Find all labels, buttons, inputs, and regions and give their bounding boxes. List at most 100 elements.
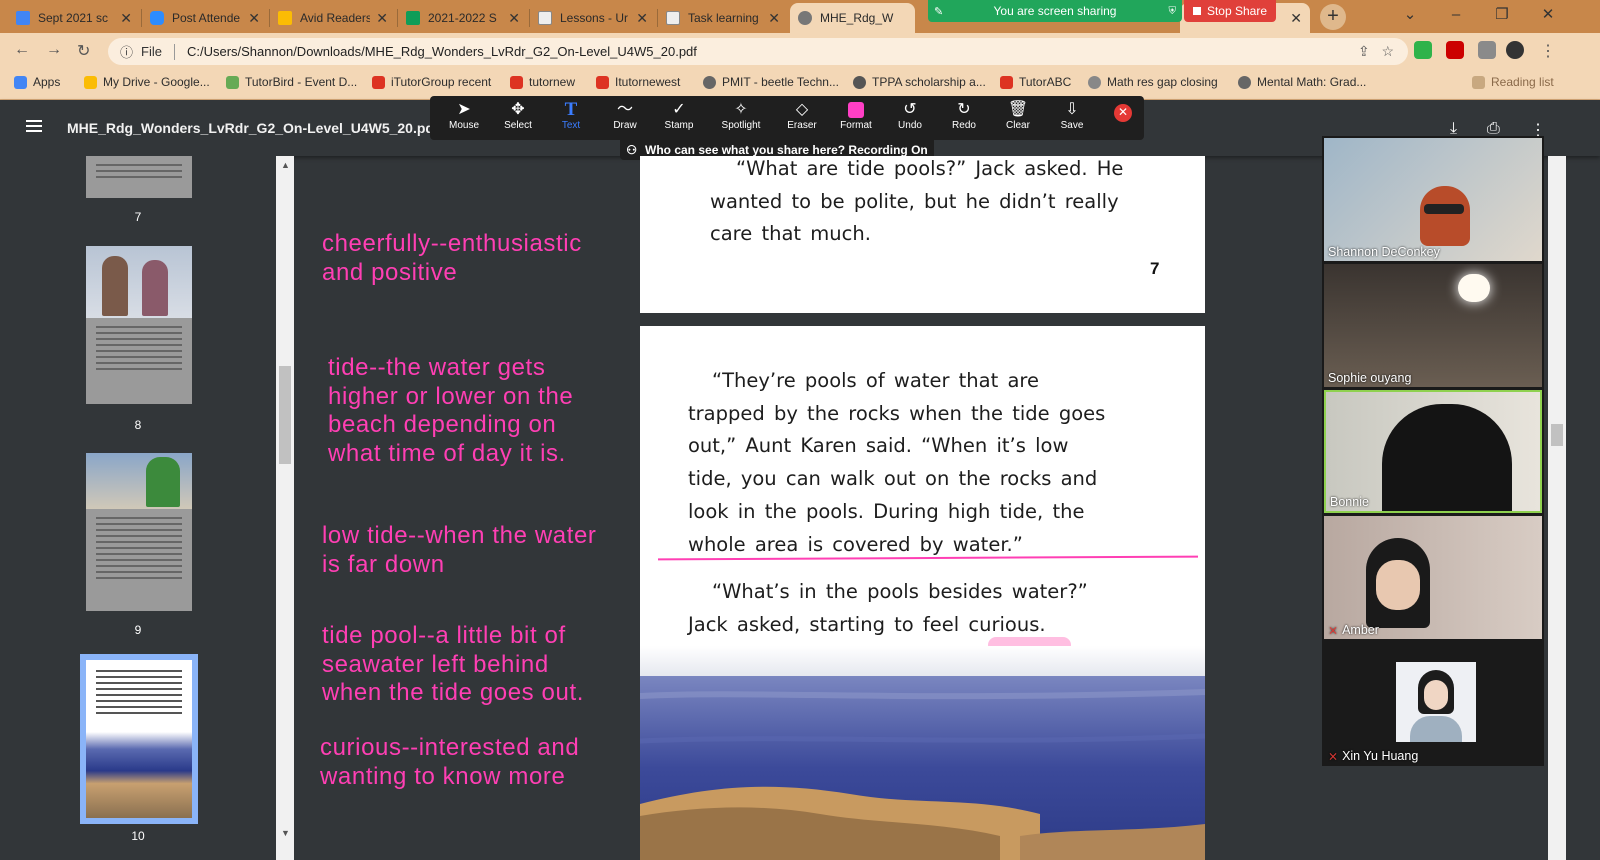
tool-eraser[interactable]: ◇ Eraser — [773, 100, 831, 131]
bookmark-tutorabc[interactable]: TutorABC — [1000, 75, 1071, 89]
stop-share-button[interactable]: Stop Share — [1184, 0, 1276, 22]
reading-list[interactable]: Reading list — [1472, 75, 1554, 89]
video-tile[interactable]: ⨯ Amber — [1324, 516, 1542, 639]
close-window-button[interactable]: ✕ — [1525, 0, 1571, 33]
color-swatch-icon — [848, 102, 864, 118]
reading-list-icon — [1472, 75, 1485, 89]
bookmark-tutorbird[interactable]: TutorBird - Event D... — [226, 75, 357, 89]
tool-format[interactable]: Format — [827, 100, 885, 131]
tab-search-icon[interactable]: ⌄ — [1387, 0, 1433, 33]
bookmark-apps[interactable]: Apps — [14, 75, 60, 89]
video-tile[interactable]: Sophie ouyang — [1324, 264, 1542, 387]
globe-icon — [798, 11, 812, 25]
avatar — [1396, 662, 1476, 742]
squiggle-icon: 〜 — [616, 101, 633, 118]
tool-text[interactable]: T Text — [542, 99, 600, 132]
extension-icon[interactable] — [1414, 41, 1432, 59]
scroll-down-icon[interactable]: ▼ — [281, 828, 290, 838]
restore-button[interactable]: ❐ — [1479, 0, 1525, 33]
close-icon[interactable]: ✕ — [768, 10, 780, 27]
tool-clear[interactable]: 🗑 Clear — [989, 100, 1047, 131]
menu-dots-icon[interactable]: ⋮ — [1540, 41, 1556, 61]
minimize-button[interactable]: – — [1433, 0, 1479, 33]
bookmark-itutorgroup[interactable]: iTutorGroup recent — [372, 75, 491, 89]
thumbnail-page-8[interactable] — [86, 246, 192, 404]
document-scrollbar[interactable] — [1548, 156, 1566, 860]
wand-icon: ✧ — [734, 101, 748, 118]
text-icon: T — [564, 99, 578, 120]
tool-select[interactable]: ✥ Select — [489, 100, 547, 131]
close-icon[interactable]: ✕ — [636, 10, 648, 27]
zoom-icon — [150, 11, 164, 25]
sea-illustration — [640, 646, 1205, 860]
tab-lessons[interactable]: Lessons - Ur ✕ — [530, 3, 656, 33]
tool-stamp[interactable]: ✓ Stamp — [650, 100, 708, 131]
docs-icon — [16, 11, 30, 25]
omnibox[interactable]: ⓘ File C:/Users/Shannon/Downloads/MHE_Rd… — [108, 38, 1408, 65]
tab-post-attendee[interactable]: Post Attende ✕ — [142, 3, 268, 33]
address-bar-row: ← → ↻ ⓘ File C:/Users/Shannon/Downloads/… — [0, 33, 1600, 69]
video-tile[interactable]: Shannon DeConkey — [1324, 138, 1542, 261]
tool-save[interactable]: ⇩ Save — [1043, 100, 1101, 131]
stop-icon — [1192, 7, 1201, 15]
thumbnail-page-7[interactable] — [86, 156, 192, 198]
close-icon[interactable]: ✕ — [1290, 10, 1302, 27]
page-number-label: 8 — [134, 418, 142, 432]
bookmark-tppa[interactable]: TPPA scholarship a... — [853, 75, 986, 89]
tool-undo[interactable]: ↺ Undo — [881, 100, 939, 131]
save-icon: ⇩ — [1065, 101, 1079, 118]
tool-mouse[interactable]: ➤ Mouse — [435, 100, 493, 131]
bookmark-itutornewest[interactable]: Itutornewest — [596, 75, 680, 89]
info-icon[interactable]: ⓘ — [120, 42, 133, 61]
new-tab-button[interactable]: + — [1320, 4, 1346, 30]
close-icon[interactable]: ✕ — [508, 10, 520, 27]
bookmark-mental-math[interactable]: Mental Math: Grad... — [1238, 75, 1366, 89]
forward-icon[interactable]: → — [46, 41, 62, 59]
page-number-label: 7 — [134, 210, 142, 224]
page-number-label: 10 — [131, 829, 145, 843]
note-low-tide: low tide--when the water is far down — [322, 522, 597, 578]
tool-draw[interactable]: 〜 Draw — [596, 100, 654, 131]
tool-redo[interactable]: ↻ Redo — [935, 100, 993, 131]
globe-icon — [1238, 75, 1251, 89]
itutor-icon — [372, 75, 385, 89]
checkmark-icon: ✓ — [672, 101, 686, 118]
ublock-icon[interactable] — [1446, 41, 1464, 59]
thumbnail-page-10[interactable] — [86, 660, 192, 818]
tab-task-learning[interactable]: Task learning ✕ — [658, 3, 788, 33]
scroll-up-icon[interactable]: ▲ — [281, 160, 290, 170]
participant-name: Bonnie — [1330, 495, 1369, 509]
bookmark-tutornew[interactable]: tutornew — [510, 75, 575, 89]
back-icon[interactable]: ← — [14, 41, 30, 59]
note-tide: tide--the water gets higher or lower on t… — [328, 354, 574, 467]
menu-icon[interactable] — [26, 120, 42, 132]
bookmark-pmit[interactable]: PMIT - beetle Techn... — [703, 75, 839, 89]
puzzle-icon[interactable] — [1478, 41, 1496, 59]
close-icon[interactable]: ✕ — [248, 10, 260, 27]
tool-spotlight[interactable]: ✧ Spotlight — [712, 100, 770, 131]
bookmark-my-drive[interactable]: My Drive - Google... — [84, 75, 210, 89]
globe-icon — [1088, 75, 1101, 89]
reload-icon[interactable]: ↻ — [77, 41, 90, 61]
tab-2021-2022[interactable]: 2021-2022 S ✕ — [398, 3, 528, 33]
tutorbird-icon — [226, 75, 239, 89]
mic-muted-icon: ⨯ — [1328, 623, 1339, 637]
tab-mhe-pdf[interactable]: MHE_Rdg_W — [790, 3, 915, 33]
drive-icon — [278, 11, 292, 25]
video-tile[interactable]: ⨯ Xin Yu Huang — [1324, 642, 1542, 765]
thumbnail-page-9[interactable] — [86, 453, 192, 611]
url-text[interactable]: C:/Users/Shannon/Downloads/MHE_Rdg_Wonde… — [187, 44, 697, 59]
tab-avid-readers[interactable]: Avid Readers ✕ — [270, 3, 396, 33]
bookmark-math-res[interactable]: Math res gap closing — [1088, 75, 1218, 89]
close-icon[interactable]: ✕ — [376, 10, 388, 27]
tab-sept-2021[interactable]: Sept 2021 sc ✕ — [8, 3, 140, 33]
apps-grid-icon — [14, 75, 27, 89]
close-toolbar-button[interactable]: ✕ — [1114, 104, 1132, 122]
sidebar-scrollbar[interactable]: ▲ ▼ — [276, 156, 294, 860]
share-and-star-icons[interactable]: ⇪ ☆ — [1358, 43, 1394, 60]
video-tile-active-speaker[interactable]: Bonnie — [1324, 390, 1542, 513]
close-icon[interactable]: ✕ — [120, 10, 132, 27]
undo-icon: ↺ — [903, 101, 917, 118]
avatar[interactable] — [1506, 41, 1524, 59]
page-7-text: “What are tide pools?” Jack asked. He wa… — [710, 157, 1124, 246]
